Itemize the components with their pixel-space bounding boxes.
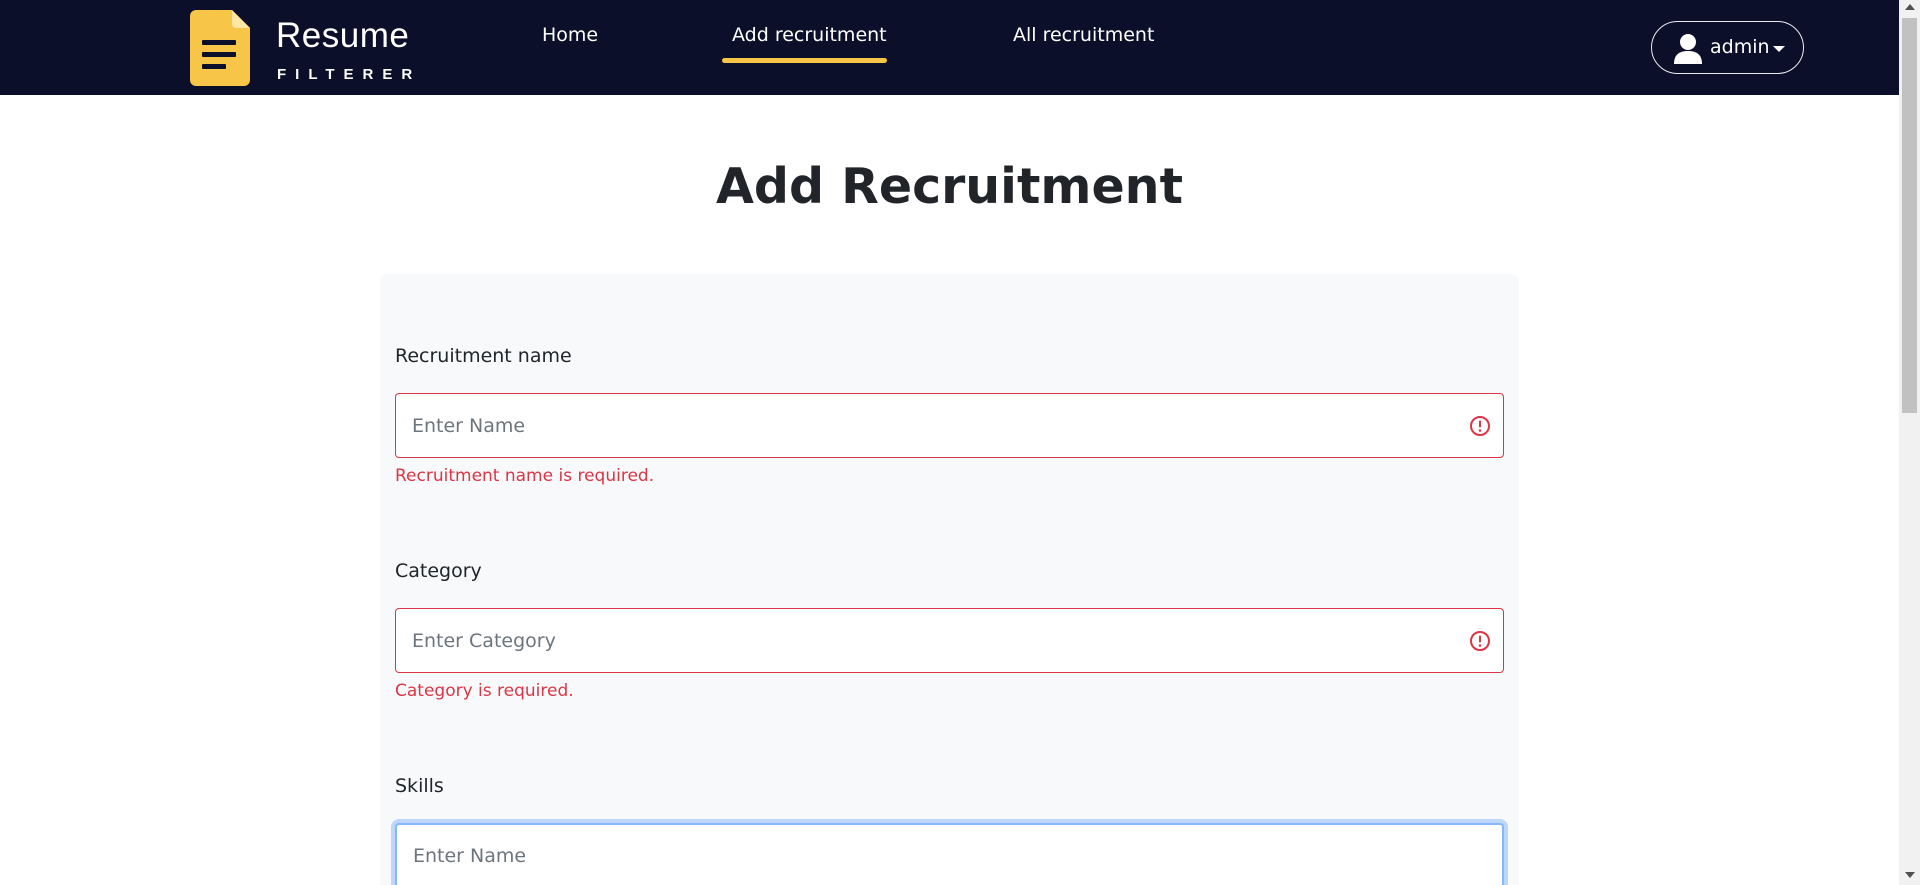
page-scrollbar[interactable] [1899, 0, 1920, 885]
nav-home[interactable]: Home [542, 24, 598, 46]
category-input[interactable] [395, 608, 1504, 673]
recruitment-name-label: Recruitment name [395, 345, 572, 367]
nav-all-recruitment[interactable]: All recruitment [1013, 24, 1154, 46]
caret-down-icon [1773, 46, 1785, 52]
document-icon [190, 10, 250, 86]
skills-label: Skills [395, 775, 444, 797]
category-label: Category [395, 560, 482, 582]
brand-subtitle: FILTERER [277, 66, 422, 83]
brand-name: Resume [276, 16, 410, 55]
scroll-up-arrow-icon[interactable] [1905, 4, 1915, 10]
page-title: Add Recruitment [715, 158, 1183, 215]
skills-input[interactable] [395, 823, 1504, 885]
scroll-down-arrow-icon[interactable] [1905, 872, 1915, 878]
active-nav-indicator [722, 58, 887, 63]
nav-add-recruitment[interactable]: Add recruitment [732, 24, 887, 46]
recruitment-name-error: Recruitment name is required. [395, 466, 655, 486]
recruitment-name-input[interactable] [395, 393, 1504, 458]
top-navbar: Resume FILTERER Home Add recruitment All… [0, 0, 1899, 95]
user-icon [1674, 34, 1702, 64]
category-error: Category is required. [395, 681, 574, 701]
scrollbar-thumb[interactable] [1902, 18, 1917, 413]
invalid-alert-icon [1470, 416, 1490, 436]
user-menu-button[interactable]: admin [1651, 21, 1804, 74]
invalid-alert-icon [1470, 631, 1490, 651]
brand-logo[interactable]: Resume FILTERER [190, 10, 415, 86]
username: admin [1710, 36, 1770, 58]
